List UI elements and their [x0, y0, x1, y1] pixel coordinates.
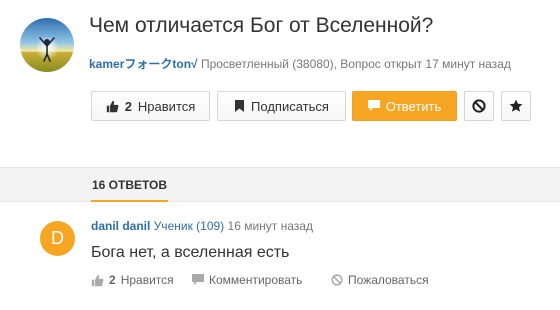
answer-author-rank: Ученик (109) [153, 219, 225, 233]
answer-author-link[interactable]: danil danil [91, 219, 150, 233]
question-author-link[interactable]: kamerフォークton√ [89, 57, 198, 71]
answer-comment-label: Комментировать [209, 273, 303, 287]
thumbs-up-icon [106, 100, 119, 113]
answer-report-label: Пожаловаться [348, 273, 429, 287]
question-title: Чем отличается Бог от Вселенной? [89, 14, 434, 37]
block-button[interactable] [464, 91, 494, 121]
answer-label: Ответить [385, 98, 442, 114]
subscribe-label: Подписаться [251, 98, 329, 114]
block-icon [472, 99, 486, 113]
bookmark-icon [234, 100, 245, 112]
favorite-button[interactable] [501, 91, 531, 121]
like-label: Нравится [137, 98, 196, 114]
comment-icon [192, 274, 204, 286]
like-button[interactable]: 2 Нравится [91, 91, 210, 121]
question-meta-text: Просветленный (38080), Вопрос открыт 17 … [197, 57, 511, 71]
answer-like-label: Нравится [120, 273, 174, 287]
thumbs-up-icon [91, 274, 104, 287]
answer-like-button[interactable]: 2 Нравится [91, 273, 174, 287]
speech-bubble-icon [367, 100, 380, 112]
answer-button[interactable]: Ответить [352, 91, 457, 121]
question-author-avatar[interactable] [20, 18, 74, 72]
star-icon [509, 99, 523, 113]
block-icon [331, 274, 343, 286]
person-sunrise-field-avatar-icon [20, 18, 74, 72]
answer-report-button[interactable]: Пожаловаться [331, 273, 429, 287]
answer-text: Бога нет, а вселенная есть [91, 244, 290, 261]
answer-meta: danil danil Ученик (109) 16 минут назад [91, 219, 313, 233]
tab-answers[interactable]: 16 ОТВЕТОВ [91, 168, 169, 202]
subscribe-button[interactable]: Подписаться [217, 91, 346, 121]
answer-like-count: 2 [109, 273, 116, 287]
answer-author-avatar[interactable]: D [40, 221, 75, 256]
answer-time: 16 минут назад [227, 219, 313, 233]
answer-comment-button[interactable]: Комментировать [192, 273, 302, 287]
like-count: 2 [124, 98, 132, 114]
answers-tabbar: 16 ОТВЕТОВ [0, 167, 560, 202]
question-meta: kamerフォークton√ Просветленный (38080), Воп… [89, 55, 511, 72]
